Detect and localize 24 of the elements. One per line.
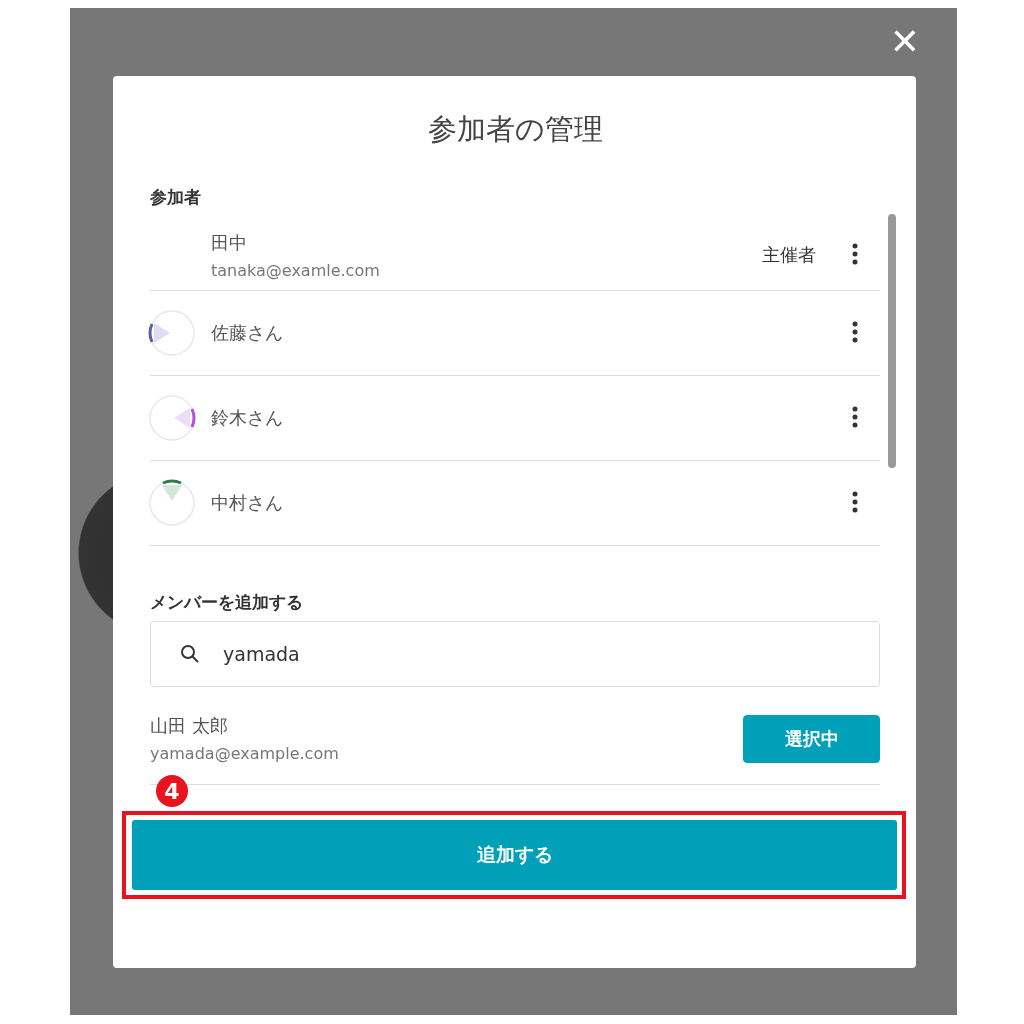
section-heading: 参加者 <box>150 186 202 209</box>
more-icon <box>852 243 858 265</box>
section-heading: メンバーを追加する <box>150 591 304 614</box>
role-label: 主催者 <box>762 243 816 267</box>
member-name: 山田 太郎 <box>150 714 229 738</box>
scrollbar[interactable] <box>888 214 896 468</box>
participant-name: 田中 <box>211 230 248 255</box>
select-button[interactable]: 選択中 <box>743 714 880 763</box>
more-icon <box>852 321 858 343</box>
dialog-title: 参加者の管理 <box>426 111 604 148</box>
participant-name: 中村さん <box>211 491 284 515</box>
close-button[interactable]: ✕ <box>889 24 920 60</box>
avatar-icon <box>148 394 196 442</box>
step-badge: 4 <box>156 775 188 807</box>
avatar-icon <box>148 309 196 357</box>
more-icon <box>852 406 858 428</box>
more-icon <box>852 491 858 513</box>
member-email: yamada@example.com <box>150 744 340 763</box>
add-button[interactable]: 追加する <box>132 820 897 890</box>
participant-email: tanaka@examle.com <box>211 260 381 280</box>
search-field[interactable]: yamada <box>150 621 880 687</box>
participant-name: 佐藤さん <box>211 321 284 345</box>
avatar-icon <box>148 479 196 527</box>
participant-name: 鈴木さん <box>211 406 284 430</box>
